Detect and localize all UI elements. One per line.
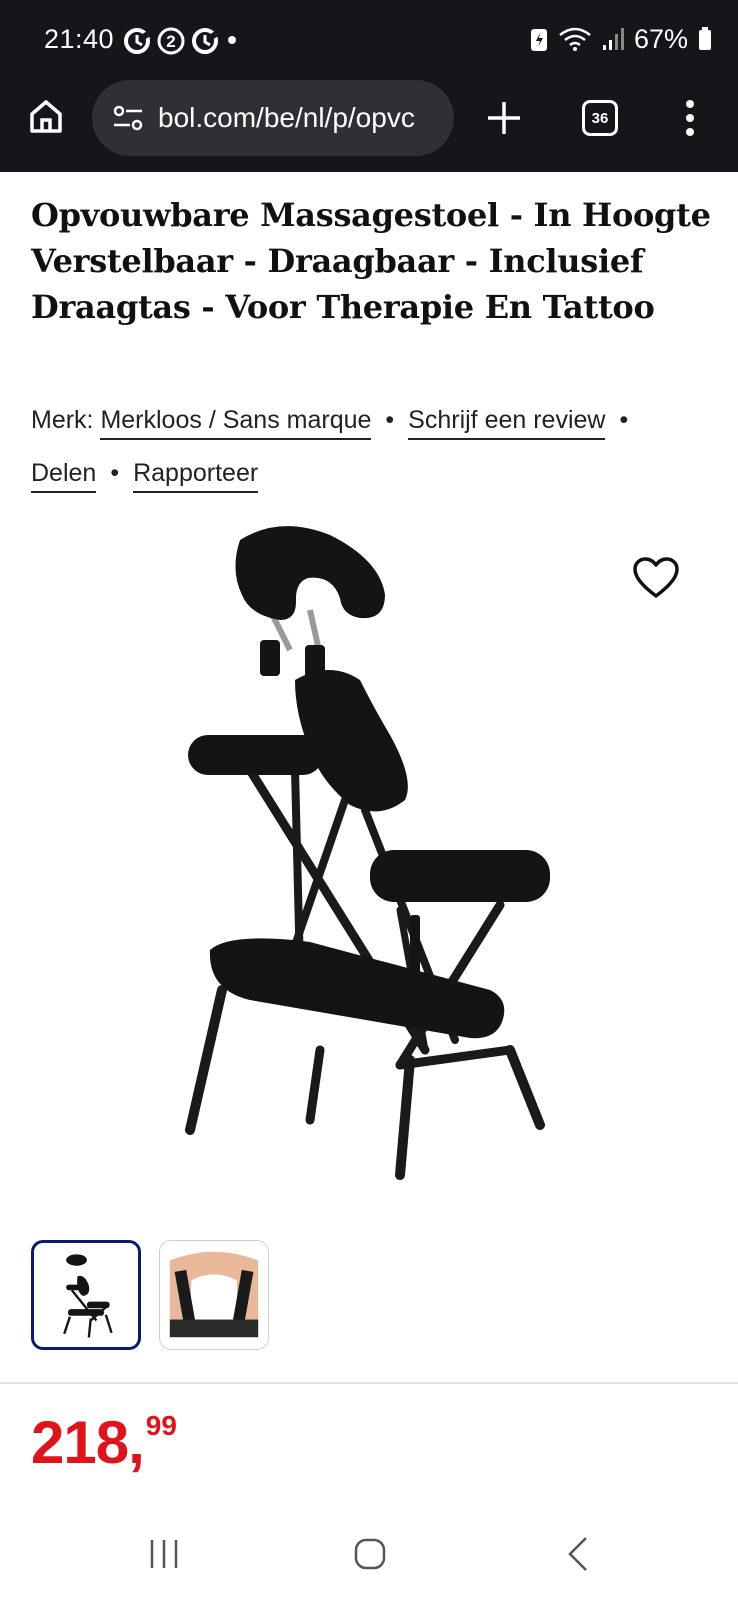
url-text: bol.com/be/nl/p/opvc: [158, 102, 415, 133]
android-nav-bar: [0, 1508, 738, 1600]
sync-icon-2: [192, 28, 218, 54]
separator: •: [619, 406, 629, 434]
site-settings-icon[interactable]: [112, 103, 144, 133]
thumbnail-2[interactable]: [159, 1240, 269, 1350]
browser-toolbar: bol.com/be/nl/p/opvc 36: [0, 78, 738, 156]
status-notification-icons: 2: [122, 24, 220, 58]
price: 218,99: [31, 1408, 177, 1477]
more-vert-icon[interactable]: [680, 98, 700, 138]
thumbnail-1-selected[interactable]: [31, 1240, 141, 1350]
product-title: Opvouwbare Massagestoel - In Hoogte Vers…: [31, 196, 711, 326]
product-meta-links: Merk: Merkloos / Sans marque • Schrijf een…: [31, 394, 721, 500]
home-nav-icon[interactable]: [352, 1534, 388, 1574]
tab-count: 36: [591, 109, 609, 127]
address-bar[interactable]: bol.com/be/nl/p/opvc: [92, 80, 454, 156]
status-time: 21:40: [44, 24, 115, 54]
share-link[interactable]: Delen: [31, 459, 97, 493]
divider: [0, 1382, 738, 1384]
home-button[interactable]: [26, 94, 66, 138]
tabs-button[interactable]: 36: [582, 100, 618, 136]
brand-prefix: Merk:: [31, 406, 94, 434]
report-link[interactable]: Rapporteer: [133, 459, 259, 493]
thumbnail-detail-image: [160, 1241, 268, 1349]
notification-dot-icon: [228, 36, 236, 44]
recents-icon[interactable]: [148, 1534, 180, 1574]
status-bar: 21:40 2 67%: [0, 0, 738, 80]
signal-icon: [602, 28, 624, 50]
battery-icon: [699, 27, 711, 50]
product-image[interactable]: [170, 520, 570, 1190]
sync-icon: [124, 28, 150, 54]
price-main: 218,: [31, 1409, 145, 1476]
status-right: 67%: [530, 22, 712, 56]
write-review-link[interactable]: Schrijf een review: [408, 406, 606, 440]
badge-number: 2: [166, 32, 175, 51]
home-icon: [30, 100, 62, 133]
browser-chrome: 21:40 2 67% bol.com/be/nl/p/opvc 36: [0, 0, 738, 172]
price-cents: 99: [145, 1410, 177, 1441]
wifi-icon: [559, 27, 591, 51]
wishlist-heart-icon[interactable]: [632, 556, 680, 600]
new-tab-plus-icon[interactable]: [484, 98, 524, 138]
thumbnail-chair-image: [63, 1254, 113, 1338]
battery-saver-icon: [530, 29, 547, 51]
badge-icon: 2: [157, 27, 185, 55]
brand-link[interactable]: Merkloos / Sans marque: [100, 406, 372, 440]
separator: •: [110, 459, 120, 487]
battery-percent: 67%: [633, 23, 688, 54]
separator: •: [385, 406, 395, 434]
back-icon[interactable]: [566, 1534, 590, 1574]
